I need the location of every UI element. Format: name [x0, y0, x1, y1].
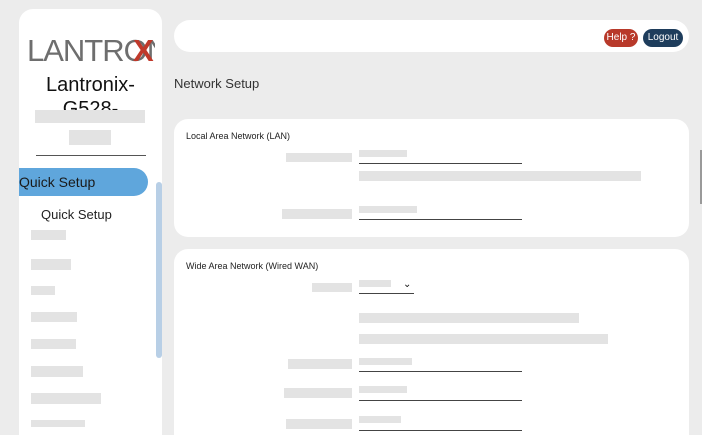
sidebar-subitem-quick-setup[interactable]: Quick Setup	[41, 207, 112, 222]
page-title: Network Setup	[174, 76, 260, 91]
wan-section-title: Wide Area Network (Wired WAN)	[186, 261, 319, 271]
field-label	[286, 419, 352, 429]
sidebar-item[interactable]	[31, 312, 77, 322]
sidebar-item-label: Quick Setup	[19, 174, 96, 190]
sidebar-item[interactable]	[31, 286, 55, 295]
field-value[interactable]	[359, 150, 407, 157]
field-label	[288, 359, 352, 369]
help-button[interactable]: Help ?	[604, 29, 638, 47]
field-value[interactable]	[359, 386, 407, 393]
field-underline	[359, 430, 522, 431]
field-underline	[359, 163, 522, 164]
field-value[interactable]	[359, 206, 417, 213]
field-label	[286, 153, 352, 162]
chevron-down-icon[interactable]: ⌄	[403, 279, 411, 290]
field-underline	[359, 371, 522, 372]
select-underline	[359, 293, 414, 294]
lan-card: Local Area Network (LAN)	[174, 119, 689, 237]
lantronix-logo: LANTRONI X	[27, 33, 155, 67]
placeholder-block	[69, 130, 111, 145]
sidebar: LANTRONI X Lantronix- G528- Quick Setup …	[19, 9, 162, 435]
field-label	[284, 388, 352, 398]
field-hint	[359, 313, 579, 323]
placeholder-block	[35, 110, 145, 123]
sidebar-item[interactable]	[31, 393, 101, 404]
sidebar-item[interactable]	[31, 259, 71, 270]
field-hint	[359, 334, 608, 344]
svg-text:X: X	[133, 33, 154, 67]
sidebar-item[interactable]	[31, 420, 85, 427]
logout-button[interactable]: Logout	[643, 29, 683, 47]
sidebar-divider	[36, 155, 146, 156]
field-hint	[359, 171, 641, 181]
field-underline	[359, 400, 522, 401]
sidebar-item[interactable]	[31, 230, 66, 240]
field-underline	[359, 219, 522, 220]
sidebar-item[interactable]	[31, 339, 76, 349]
field-label	[282, 209, 352, 219]
sidebar-item-quick-setup[interactable]: Quick Setup	[19, 168, 148, 196]
field-label	[312, 283, 352, 292]
field-value[interactable]	[359, 416, 401, 423]
wan-card: Wide Area Network (Wired WAN) ⌄	[174, 249, 689, 435]
lan-section-title: Local Area Network (LAN)	[186, 131, 291, 141]
sidebar-scrollbar[interactable]	[156, 182, 162, 358]
field-value[interactable]	[359, 358, 412, 365]
sidebar-item[interactable]	[31, 366, 83, 377]
wan-select-value[interactable]	[359, 280, 391, 287]
